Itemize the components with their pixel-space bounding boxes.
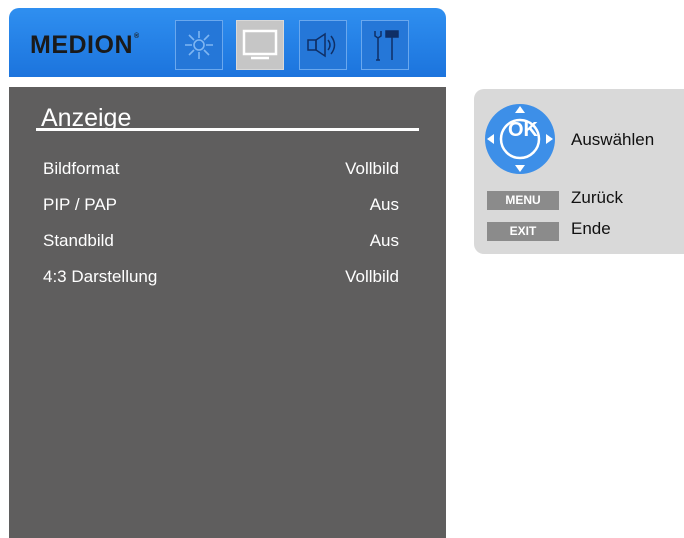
menu-item-value: Vollbild — [345, 267, 399, 286]
menu-item-4-3-darstellung[interactable]: 4:3 Darstellung Vollbild — [43, 265, 399, 289]
help-panel: OK Auswählen MENU Zurück EXIT Ende — [474, 89, 684, 254]
menu-item-value: Vollbild — [345, 159, 399, 178]
osd-header: MEDION® — [9, 8, 446, 77]
end-hint: Ende — [571, 219, 611, 238]
osd-window: MEDION® Anzeige Bildformat Vollbild PIP … — [9, 8, 446, 538]
menu-item-label: Bildformat — [43, 159, 120, 178]
speaker-audio-icon — [307, 32, 336, 58]
menu-item-label: Standbild — [43, 231, 114, 250]
ok-button-label: OK — [508, 119, 538, 141]
menu-item-standbild[interactable]: Standbild Aus — [43, 229, 399, 253]
menu-item-value: Aus — [369, 231, 399, 250]
menu-item-value: Aus — [369, 195, 399, 214]
back-hint: Zurück — [571, 188, 623, 207]
tab-tools[interactable] — [361, 20, 409, 70]
menu-item-pip-pap[interactable]: PIP / PAP Aus — [43, 193, 399, 217]
medion-logo: MEDION® — [30, 30, 140, 60]
osd-menu-panel: Anzeige Bildformat Vollbild PIP / PAP Au… — [9, 87, 446, 538]
tab-picture[interactable] — [175, 20, 223, 70]
menu-item-label: 4:3 Darstellung — [43, 267, 158, 286]
menu-item-label: PIP / PAP — [43, 195, 118, 214]
logo-registered-mark: ® — [134, 33, 140, 40]
exit-key: EXIT — [487, 222, 559, 241]
tab-audio[interactable] — [299, 20, 347, 70]
select-hint: Auswählen — [571, 130, 655, 149]
display-monitor-icon — [242, 29, 278, 60]
menu-item-bildformat[interactable]: Bildformat Vollbild — [43, 157, 399, 181]
menu-key: MENU — [487, 191, 559, 210]
picture-brightness-icon — [185, 31, 213, 59]
title-divider — [36, 128, 419, 131]
logo-text: MEDION — [30, 31, 133, 59]
tools-settings-icon — [374, 30, 399, 61]
tab-display[interactable] — [236, 20, 284, 70]
